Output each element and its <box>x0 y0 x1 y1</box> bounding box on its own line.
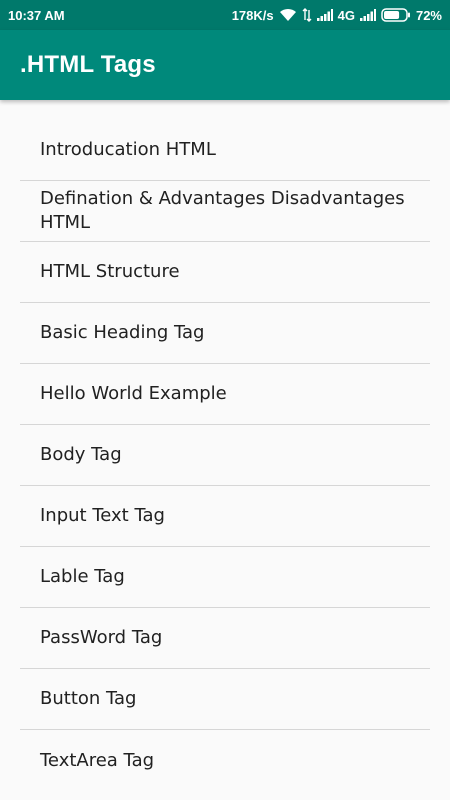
list-item-label: Input Text Tag <box>40 505 165 526</box>
list-item-label: HTML Structure <box>40 261 180 282</box>
data-arrows-icon <box>302 8 312 22</box>
list-item[interactable]: Introducation HTML <box>20 120 430 181</box>
list-item-label: Button Tag <box>40 688 137 709</box>
list-item-label: Defination & Advantages Disadvantages HT… <box>40 188 405 233</box>
list-item[interactable]: Hello World Example <box>20 364 430 425</box>
list-item-label: Basic Heading Tag <box>40 322 205 343</box>
battery-percent: 72% <box>415 7 442 23</box>
list-item[interactable]: Body Tag <box>20 425 430 486</box>
list-item-label: PassWord Tag <box>40 627 163 648</box>
battery-icon <box>381 8 411 22</box>
list-item-label: Hello World Example <box>40 383 227 404</box>
signal-icon <box>359 9 376 21</box>
status-time: 10:37 AM <box>8 7 65 23</box>
list-item[interactable]: Defination & Advantages Disadvantages HT… <box>20 181 430 242</box>
list-item[interactable]: Basic Heading Tag <box>20 303 430 364</box>
list-item[interactable]: HTML Structure <box>20 242 430 303</box>
page-title: .HTML Tags <box>20 51 156 78</box>
status-indicators: 178K/s 4G 72% <box>232 8 442 23</box>
list-item-label: Body Tag <box>40 444 122 465</box>
list-item[interactable]: PassWord Tag <box>20 608 430 669</box>
network-type: 4G <box>337 7 355 23</box>
list-item-label: Introducation HTML <box>40 139 216 160</box>
network-speed: 178K/s <box>231 7 274 23</box>
list-item-label: Lable Tag <box>40 566 125 587</box>
list-item[interactable]: TextArea Tag <box>20 730 430 791</box>
wifi-icon <box>279 8 297 22</box>
list-item[interactable]: Input Text Tag <box>20 486 430 547</box>
list-item-label: TextArea Tag <box>40 749 155 771</box>
list-item[interactable]: Lable Tag <box>20 547 430 608</box>
signal-icon <box>316 9 333 21</box>
list-item[interactable]: Button Tag <box>20 669 430 730</box>
app-bar: .HTML Tags <box>0 30 450 100</box>
topic-list: Introducation HTML Defination & Advantage… <box>20 120 430 791</box>
status-bar: 10:37 AM 178K/s 4G 72% <box>0 0 450 30</box>
